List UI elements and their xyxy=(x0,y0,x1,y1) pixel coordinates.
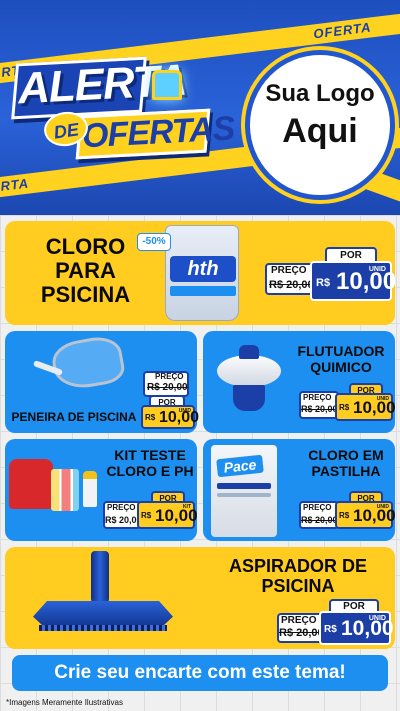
pace-logo: Pace xyxy=(216,454,264,478)
old-price: R$ 20,00 xyxy=(269,279,314,291)
product-card-cloro[interactable]: CLORO PARA PSICINA hth -50% PREÇO R$ 20,… xyxy=(5,221,396,325)
new-price-box: R$ 10,00 UNID xyxy=(319,611,394,645)
footnote: *Imagens Meramente Ilustrativas xyxy=(6,698,123,707)
new-price-box: R$ 10,00 KIT xyxy=(137,501,198,529)
preco-label: PREÇO xyxy=(303,503,332,512)
preco-label: PREÇO xyxy=(155,372,184,381)
old-price: R$ 20,00 xyxy=(279,627,324,639)
preco-label: PREÇO xyxy=(303,393,332,402)
currency-label: R$ xyxy=(316,277,331,289)
preco-label: PREÇO xyxy=(281,615,317,626)
new-price: 10,00 xyxy=(353,506,396,525)
product-card-peneira[interactable]: PREÇO R$ 20,00 POR R$ 10,00 UNID PENEIRA… xyxy=(5,331,199,433)
product-title: KIT TESTE CLORO E PH xyxy=(106,447,194,480)
floater-image xyxy=(217,355,281,387)
product-title: CLORO EM PASTILHA xyxy=(308,447,384,480)
vacuum-handle-image xyxy=(91,551,109,603)
product-title: CLORO PARA PSICINA xyxy=(40,234,131,308)
currency-label: R$ xyxy=(145,413,156,422)
chlorine-bucket-image: hth xyxy=(165,225,239,321)
logo-text-line1: Sua Logo xyxy=(265,80,375,107)
currency-label: R$ xyxy=(339,403,350,412)
preco-label: PREÇO xyxy=(271,265,307,276)
discount-badge: -50% xyxy=(137,233,171,251)
currency-label: R$ xyxy=(339,511,350,520)
product-card-kit-teste[interactable]: KIT TESTE CLORO E PH PREÇO R$ 20,00 POR … xyxy=(5,439,198,541)
skimmer-net-image xyxy=(49,333,127,393)
new-price-box: R$ 10,00 UNID xyxy=(335,393,396,421)
unit-label: UNID xyxy=(368,266,386,273)
chlorine-tablet-bag-image: Pace xyxy=(211,445,277,537)
new-price: 10,00 xyxy=(353,398,396,417)
product-title: FLUTUADOR QUIMICO xyxy=(297,343,385,376)
new-price: 10,00 xyxy=(155,506,198,525)
floater-cap xyxy=(239,345,259,359)
unit-label: UNID xyxy=(376,396,389,402)
old-price: R$ 20,00 xyxy=(147,382,188,393)
floater-base xyxy=(233,385,265,411)
unit-label: KIT xyxy=(182,504,191,510)
preco-label: PREÇO xyxy=(107,503,136,512)
old-price: R$ 20,00 xyxy=(301,515,338,525)
currency-label: R$ xyxy=(324,624,337,635)
test-kit-tubes-image xyxy=(51,469,79,511)
unit-label: UNID xyxy=(178,408,191,414)
product-card-cloro-pastilha[interactable]: Pace CLORO EM PASTILHA PREÇO R$ 20,00 PO… xyxy=(203,439,396,541)
test-kit-box-image xyxy=(9,459,53,509)
new-price: 10,00 xyxy=(336,268,397,295)
currency-label: R$ xyxy=(141,511,152,520)
siren-icon xyxy=(152,70,182,100)
vacuum-head-image xyxy=(33,601,173,627)
product-title: ASPIRADOR DE PSICINA xyxy=(228,556,367,596)
logo-text-line2: Aqui xyxy=(282,112,358,150)
new-price-box: R$ 10,00 UNID xyxy=(335,501,396,529)
ofertas-title: OFERTAS xyxy=(81,109,236,156)
hth-logo: hth xyxy=(170,256,236,282)
unit-label: UNID xyxy=(376,504,389,510)
old-price: R$ 20,00 xyxy=(301,404,338,414)
product-title: PENEIRA DE PISCINA xyxy=(11,410,137,424)
unit-label: UNID xyxy=(368,615,386,622)
product-card-aspirador[interactable]: ASPIRADOR DE PSICINA PREÇO R$ 20,00 POR … xyxy=(5,547,395,649)
vacuum-brush-image xyxy=(39,625,167,631)
new-price-box: R$ 10,00 UNID xyxy=(310,261,396,301)
test-kit-bottle-image xyxy=(83,471,97,507)
product-card-flutuador[interactable]: FLUTUADOR QUIMICO PREÇO R$ 20,00 POR R$ … xyxy=(203,331,396,433)
new-price-box: R$ 10,00 UNID xyxy=(141,405,199,429)
create-flyer-button[interactable]: Crie seu encarte com este tema! xyxy=(12,655,388,691)
